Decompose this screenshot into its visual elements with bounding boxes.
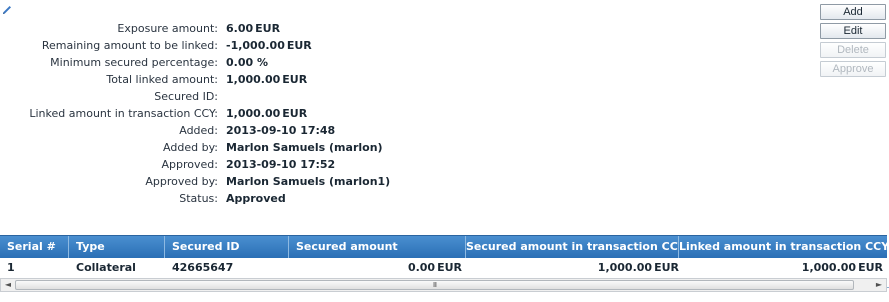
edit-button[interactable]: Edit <box>820 23 886 39</box>
cell-serial: 1 <box>7 261 15 274</box>
detail-row-total-linked-amount: Total linked amount: 1,000.00 EUR <box>0 73 700 89</box>
scroll-right-arrow-icon[interactable]: ► <box>872 279 886 291</box>
column-header-linked-amount-txn[interactable]: Linked amount in transaction CCY <box>679 236 887 258</box>
detail-row-minimum-secured-percentage: Minimum secured percentage: 0.00 % <box>0 56 700 72</box>
detail-label: Secured ID: <box>154 90 218 103</box>
detail-label: Approved: <box>161 158 218 171</box>
grid-header: Serial # Type Secured ID Secured amount … <box>0 235 887 258</box>
detail-value: 2013-09-10 17:52 <box>226 158 336 171</box>
status-value: Approved <box>226 192 286 205</box>
detail-label: Exposure amount: <box>117 22 218 35</box>
column-header-type[interactable]: Type <box>69 236 165 258</box>
detail-row-approved-by: Approved by: Marlon Samuels (marlon1) <box>0 175 700 191</box>
cell-secured-amount: 0.00 EUR <box>407 261 462 274</box>
detail-label: Remaining amount to be linked: <box>41 39 218 52</box>
detail-row-added-by: Added by: Marlon Samuels (marlon) <box>0 141 700 157</box>
detail-label: Status: <box>179 192 218 205</box>
pencil-icon[interactable] <box>1 4 13 16</box>
column-header-secured-amount-txn[interactable]: Secured amount in transaction CCY <box>466 236 679 258</box>
detail-value: 2013-09-10 17:48 <box>226 124 336 137</box>
scrollbar-thumb[interactable]: III <box>15 280 854 290</box>
cell-secured-amount-txn: 1,000.00 EUR <box>597 261 679 274</box>
detail-row-exposure-amount: Exposure amount: 6.00 EUR <box>0 22 700 38</box>
detail-value: 1,000.00 EUR <box>226 73 308 86</box>
delete-button: Delete <box>820 42 886 58</box>
detail-label: Total linked amount: <box>106 73 218 86</box>
detail-label: Added: <box>179 124 218 137</box>
column-header-secured-amount[interactable]: Secured amount <box>289 236 466 258</box>
cell-linked-amount-txn: 1,000.00 EUR <box>801 261 883 274</box>
table-row[interactable]: 1 Collateral 42665647 0.00 EUR 1,000.00 EU… <box>0 258 889 278</box>
add-button[interactable]: Add <box>820 4 886 20</box>
grip-icon: III <box>432 281 437 289</box>
detail-row-remaining-amount: Remaining amount to be linked: -1,000.00… <box>0 39 700 55</box>
detail-value: -1,000.00 EUR <box>226 39 312 52</box>
detail-label: Linked amount in transaction CCY: <box>29 107 218 120</box>
cell-type: Collateral <box>76 261 136 274</box>
column-header-serial[interactable]: Serial # <box>0 236 69 258</box>
detail-label: Approved by: <box>145 175 218 188</box>
detail-value: 1,000.00 EUR <box>226 107 308 120</box>
detail-value: Marlon Samuels (marlon1) <box>226 175 391 188</box>
column-header-secured-id[interactable]: Secured ID <box>165 236 289 258</box>
detail-value: 6.00 EUR <box>226 22 281 35</box>
detail-value <box>226 90 228 103</box>
horizontal-scrollbar[interactable]: ◄ III ► <box>0 278 887 292</box>
detail-row-added: Added: 2013-09-10 17:48 <box>0 124 700 140</box>
detail-label: Minimum secured percentage: <box>50 56 218 69</box>
detail-row-linked-amount-txn-ccy: Linked amount in transaction CCY: 1,000.… <box>0 107 700 123</box>
approve-button: Approve <box>820 61 886 77</box>
detail-row-approved: Approved: 2013-09-10 17:52 <box>0 158 700 174</box>
cell-secured-id: 42665647 <box>172 261 234 274</box>
scroll-left-arrow-icon[interactable]: ◄ <box>1 279 15 291</box>
detail-row-status: Status: Approved <box>0 192 700 208</box>
detail-value: Marlon Samuels (marlon) <box>226 141 383 154</box>
detail-value: 0.00 % <box>226 56 268 69</box>
detail-row-secured-id: Secured ID: <box>0 90 700 106</box>
detail-label: Added by: <box>163 141 218 154</box>
